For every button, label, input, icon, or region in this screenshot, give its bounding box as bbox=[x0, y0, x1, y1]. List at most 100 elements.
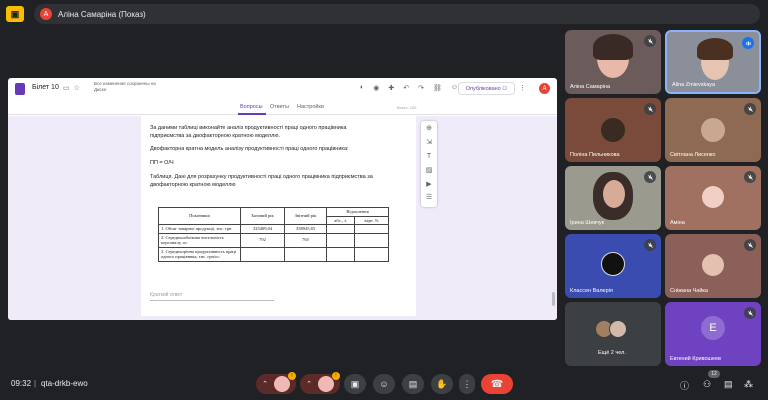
data-table: Показники Базовий рік Звітний рік Відхил… bbox=[158, 207, 389, 262]
table-caption-line-2: двофакторною кратною моделлю bbox=[150, 182, 236, 188]
preview-eye-icon[interactable]: ◉ bbox=[373, 84, 379, 92]
participant-tile[interactable]: Классен Валерія bbox=[565, 234, 661, 298]
people-icon[interactable]: ☺ bbox=[451, 84, 458, 92]
form-tabs: Вопросы Ответы Настройки Всего: 100 bbox=[8, 101, 557, 115]
total-points: Всего: 100 bbox=[397, 105, 417, 110]
clock: 09:32 bbox=[11, 379, 32, 388]
scrollbar[interactable] bbox=[552, 292, 555, 306]
more-vert-icon: ⋮ bbox=[462, 378, 472, 389]
participant-avatar bbox=[609, 320, 627, 338]
row-name: 1. Обсяг товарної продукції, тис. грн bbox=[158, 224, 241, 234]
people-icon[interactable]: ⚇ bbox=[703, 379, 711, 390]
leave-call-button[interactable]: ☎ bbox=[481, 374, 513, 394]
mic-alert-badge: ! bbox=[288, 372, 296, 380]
more-options-button[interactable]: ⋮ bbox=[459, 374, 475, 394]
link-icon[interactable]: ⛓ bbox=[433, 84, 442, 92]
presenter-label: Аліна Самаріна (Показ) bbox=[58, 9, 146, 19]
model-formula: ПП = О/Ч bbox=[150, 160, 174, 166]
present-screen-button[interactable]: ▣ bbox=[344, 374, 366, 394]
mic-off-icon bbox=[744, 307, 756, 319]
active-tab-indicator bbox=[238, 113, 266, 115]
raise-hand-button[interactable]: ✋ bbox=[431, 374, 453, 394]
mic-off-button-icon[interactable] bbox=[273, 376, 290, 392]
table-row: 1. Обсяг товарної продукції, тис. грн 32… bbox=[158, 224, 389, 234]
question-line-2: підприємства за двофакторною кратною мод… bbox=[150, 133, 280, 139]
title-tools: ▭ ☆ bbox=[63, 84, 80, 92]
header-report-year: Звітний рік bbox=[284, 207, 327, 225]
add-question-icon[interactable]: ⊕ bbox=[425, 125, 433, 133]
participant-tile[interactable]: Аміна bbox=[665, 166, 761, 230]
row-abs bbox=[326, 246, 355, 262]
captions-button[interactable]: ▤ bbox=[402, 374, 424, 394]
participant-tile[interactable]: Alina Zmievskaya bbox=[665, 30, 761, 94]
addon-icon[interactable]: ✚ bbox=[388, 84, 394, 92]
header-indicator: Показники bbox=[158, 207, 241, 225]
info-icon[interactable]: ⓘ bbox=[680, 379, 689, 392]
add-image-icon[interactable]: ▨ bbox=[425, 167, 433, 175]
chevron-up-icon[interactable]: ⌃ bbox=[262, 380, 268, 388]
captions-icon: ▤ bbox=[408, 378, 418, 389]
row-report: 358945,65 bbox=[284, 224, 327, 234]
participant-name: Поліна Пильникова bbox=[570, 152, 620, 158]
app-logo-icon[interactable]: ▣ bbox=[6, 6, 24, 22]
account-avatar[interactable]: A bbox=[539, 83, 550, 94]
participant-tile[interactable]: E Евгений Кривошеев bbox=[665, 302, 761, 366]
tab-settings[interactable]: Настройки bbox=[297, 104, 324, 110]
add-title-icon[interactable]: T bbox=[425, 153, 433, 161]
participant-name: Ірина Шевчук bbox=[570, 220, 605, 226]
meet-window: ▣ A Аліна Самаріна (Показ) Білет 10 ▭ ☆ … bbox=[0, 0, 768, 400]
participant-tile[interactable]: Поліна Пильникова bbox=[565, 98, 661, 162]
add-section-icon[interactable]: ☰ bbox=[425, 194, 433, 202]
reactions-button[interactable]: ☺ bbox=[373, 374, 395, 394]
table-row: 3. Середньорічна продуктивність праці од… bbox=[158, 246, 389, 262]
participant-tile[interactable]: Сніжана Чайка bbox=[665, 234, 761, 298]
presenter-avatar: A bbox=[40, 8, 52, 20]
tab-answers[interactable]: Ответы bbox=[270, 104, 289, 110]
activities-icon[interactable]: ⁂ bbox=[744, 379, 753, 390]
more-participants-tile[interactable]: Ещё 2 чел. bbox=[565, 302, 661, 366]
participant-name: Аміна bbox=[670, 220, 685, 226]
palette-icon[interactable]: ◐ bbox=[360, 84, 364, 92]
participant-name: Світлана Лисенко bbox=[670, 152, 716, 158]
header-base-year: Базовий рік bbox=[240, 207, 285, 225]
presenter-pill[interactable]: A Аліна Самаріна (Показ) bbox=[34, 4, 760, 24]
question-line-1: За даними таблиці виконайте аналіз проду… bbox=[150, 125, 347, 131]
header-abs: абс., ± bbox=[326, 215, 355, 225]
add-video-icon[interactable]: ▶ bbox=[425, 181, 433, 189]
row-abs bbox=[326, 224, 355, 234]
participant-name: Сніжана Чайка bbox=[670, 288, 708, 294]
participant-tile[interactable]: Ірина Шевчук bbox=[565, 166, 661, 230]
row-rel bbox=[354, 232, 389, 248]
import-questions-icon[interactable]: ⇲ bbox=[425, 139, 433, 147]
folder-icon[interactable]: ▭ bbox=[63, 84, 70, 92]
row-base: 325409,04 bbox=[240, 224, 285, 234]
forms-logo-icon[interactable] bbox=[15, 83, 25, 95]
chat-icon[interactable]: ▤ bbox=[724, 379, 733, 390]
published-button[interactable]: Опубліковано ⚇ bbox=[458, 82, 515, 95]
more-vert-icon[interactable]: ⋮ bbox=[519, 84, 526, 92]
camera-alert-badge: ! bbox=[332, 372, 340, 380]
participant-tile[interactable]: Світлана Лисенко bbox=[665, 98, 761, 162]
row-report bbox=[284, 246, 327, 262]
mic-off-icon bbox=[744, 103, 756, 115]
camera-off-button-icon[interactable] bbox=[317, 376, 334, 392]
presenting-bar: ▣ A Аліна Самаріна (Показ) bbox=[0, 0, 768, 28]
star-icon[interactable]: ☆ bbox=[74, 84, 80, 92]
tab-questions[interactable]: Вопросы bbox=[240, 104, 263, 110]
participant-count-badge: 12 bbox=[708, 370, 720, 378]
header-deviation: Відхилення bbox=[326, 207, 389, 217]
undo-icon[interactable]: ↶ bbox=[403, 84, 409, 92]
mic-off-icon bbox=[744, 171, 756, 183]
row-rel bbox=[354, 246, 389, 262]
floating-toolbar: ⊕ ⇲ T ▨ ▶ ☰ bbox=[421, 121, 437, 207]
save-status: Все изменения сохранены на Диске bbox=[94, 81, 156, 92]
redo-icon[interactable]: ↷ bbox=[418, 84, 424, 92]
row-name: 3. Середньорічна продуктивність праці од… bbox=[158, 246, 241, 262]
mic-off-icon bbox=[644, 171, 656, 183]
meeting-code[interactable]: qta-drkb-ewo bbox=[41, 379, 88, 388]
form-title[interactable]: Білет 10 bbox=[32, 84, 59, 91]
present-icon: ▣ bbox=[350, 378, 360, 389]
participant-tile[interactable]: Аліна Самаріна bbox=[565, 30, 661, 94]
chevron-up-icon[interactable]: ⌃ bbox=[306, 380, 312, 388]
row-report: 765 bbox=[284, 232, 327, 248]
